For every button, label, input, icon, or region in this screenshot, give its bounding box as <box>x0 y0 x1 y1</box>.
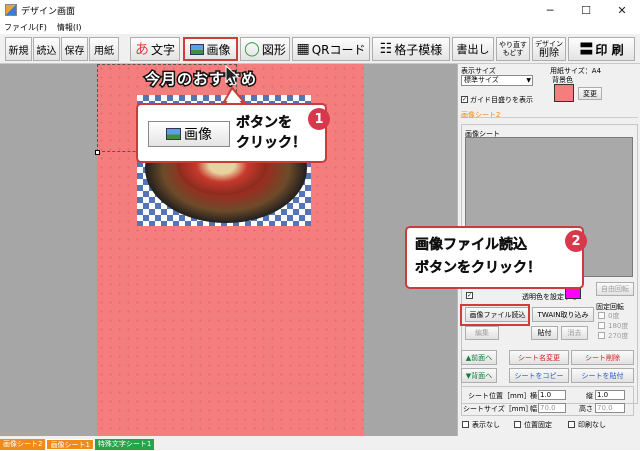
callout-2-line1: 画像ファイル読込 <box>415 237 527 253</box>
edit-button[interactable]: 編集 <box>465 326 499 340</box>
load-image-highlight <box>460 304 530 326</box>
rotate-180-checkbox[interactable] <box>598 322 605 329</box>
width-label: 幅 <box>530 405 537 413</box>
hide-label: 表示なし <box>472 421 500 429</box>
change-bg-button[interactable]: 変更 <box>578 87 602 100</box>
rotate-270-checkbox[interactable] <box>598 332 605 339</box>
callout-1-line1: ボタンを <box>236 115 292 131</box>
callout-image-button: 画像 <box>148 121 230 147</box>
picture-icon <box>166 128 181 140</box>
paste-button[interactable]: 貼付 <box>531 326 558 340</box>
callout-step-2: 画像ファイル読込 ボタンをクリック！ <box>405 226 584 289</box>
sheet-section-title: 画像シート2 <box>461 111 501 119</box>
size-label: シートサイズ［mm］ <box>463 405 533 413</box>
display-size-value: 標準サイズ <box>464 76 499 84</box>
horizontal-label: 横 <box>530 392 537 400</box>
rotate-0-checkbox[interactable] <box>598 312 605 319</box>
delete-sheet-button[interactable]: シート削除 <box>571 350 634 365</box>
step-1-badge: 1 <box>308 108 330 130</box>
position-label: シート位置［mm］ <box>468 392 531 400</box>
callout-1-line2: クリック！ <box>236 135 306 151</box>
rotate-180-label: 180度 <box>608 322 629 330</box>
copy-sheet-button[interactable]: シートをコピー <box>509 368 569 383</box>
erase-button[interactable]: 消去 <box>561 326 588 340</box>
paste-sheet-button[interactable]: シートを貼付 <box>571 368 634 383</box>
transparent-checkbox[interactable]: ✓ <box>466 292 473 299</box>
no-print-label: 印刷なし <box>578 421 606 429</box>
hide-checkbox[interactable] <box>462 421 469 428</box>
lock-position-checkbox[interactable] <box>514 421 521 428</box>
guide-checkbox-label: ガイド目盛りを表示 <box>470 96 533 104</box>
tab-special-text-sheet-1[interactable]: 特殊文字シート1 <box>94 439 155 450</box>
no-print-checkbox[interactable] <box>568 421 575 428</box>
guide-checkbox[interactable]: ✓ <box>461 96 468 103</box>
bg-color-swatch <box>554 84 574 102</box>
pos-y-input[interactable]: 1.0 <box>595 390 625 400</box>
send-back-button[interactable]: ▼背面へ <box>461 368 497 383</box>
callout-step-1: 画像 ボタンを クリック！ <box>136 103 327 163</box>
twain-button[interactable]: TWAIN取り込み <box>532 307 594 322</box>
vertical-label: 縦 <box>586 392 593 400</box>
step-2-badge: 2 <box>565 230 587 252</box>
pos-x-input[interactable]: 1.0 <box>538 390 566 400</box>
callout-image-button-label: 画像 <box>184 127 212 143</box>
height-label: 高さ <box>579 405 593 413</box>
tab-image-sheet-2[interactable]: 画像シート2 <box>0 439 46 450</box>
tab-image-sheet-1[interactable]: 画像シート1 <box>46 439 94 450</box>
rename-sheet-button[interactable]: シート名変更 <box>509 350 569 365</box>
free-rotate-button[interactable]: 自由回転 <box>596 282 634 296</box>
lock-position-label: 位置固定 <box>524 421 552 429</box>
width-input[interactable]: 70.0 <box>538 403 566 413</box>
rotate-270-label: 270度 <box>608 332 629 340</box>
transparent-color-swatch <box>565 288 581 299</box>
rotate-0-label: 0度 <box>608 312 620 320</box>
callout-2-line2: ボタンをクリック！ <box>415 260 541 276</box>
chevron-down-icon: ▼ <box>526 77 531 84</box>
sheet-tabs: 画像シート2 画像シート1 特殊文字シート1 <box>0 436 640 450</box>
bring-front-button[interactable]: ▲前面へ <box>461 350 497 365</box>
height-input[interactable]: 70.0 <box>595 403 625 413</box>
display-size-select[interactable]: 標準サイズ ▼ <box>461 75 533 86</box>
